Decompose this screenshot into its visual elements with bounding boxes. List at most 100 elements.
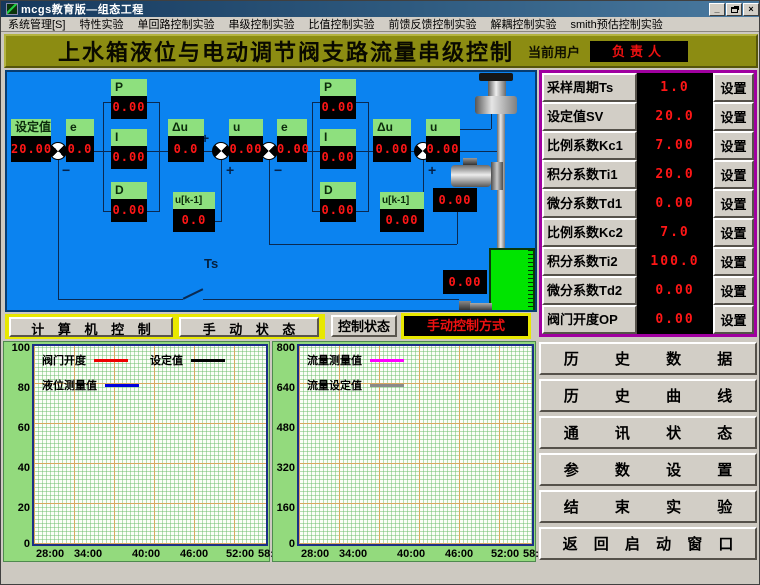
plus-sign: +: [428, 164, 436, 176]
plot-area: 阀门开度 设定值 液位测量值: [32, 344, 268, 546]
param-row: 采样周期Ts 1.0 设置: [542, 73, 754, 102]
y-axis-tick: 80: [4, 382, 30, 394]
param-set-button[interactable]: 设置: [713, 102, 754, 131]
loop1-p-block: P 0.00: [111, 79, 147, 119]
history-curve-button[interactable]: 历 史 曲 线: [539, 379, 757, 412]
block-value: 0.00: [426, 136, 460, 162]
loop2-p-block: P 0.00: [320, 79, 356, 119]
block-label: u[k-1]: [380, 192, 424, 209]
x-axis-tick: 28:00: [301, 548, 329, 560]
legend-label: 液位测量值: [42, 377, 97, 393]
chart-legend: 流量测量值 流量设定值: [307, 352, 426, 402]
param-set-button[interactable]: 设置: [713, 247, 754, 276]
x-axis-tick: 28:00: [36, 548, 64, 560]
param-set-button[interactable]: 设置: [713, 160, 754, 189]
x-axis: 28:00 34:00 40:00 46:00 52:00 58:00: [297, 548, 534, 562]
loop1-i-block: I 0.00: [111, 129, 147, 169]
loop2-uk1-block: u[k-1] 0.00: [380, 192, 424, 232]
control-valve-icon: [491, 162, 503, 190]
menu-item-decoupling[interactable]: 解耦控制实验: [483, 16, 563, 32]
param-row: 比例系数Kc2 7.0 设置: [542, 218, 754, 247]
param-row: 设定值SV 20.0 设置: [542, 102, 754, 131]
electric-valve-icon: [479, 73, 513, 81]
param-row: 微分系数Td2 0.00 设置: [542, 276, 754, 305]
x-axis-tick: 40:00: [132, 548, 160, 560]
param-settings-button[interactable]: 参 数 设 置: [539, 453, 757, 486]
block-value: 0.00: [380, 209, 424, 232]
param-value: 0.00: [637, 276, 713, 305]
menu-item-cascade[interactable]: 串级控制实验: [221, 16, 301, 32]
connector-line: [269, 160, 270, 244]
y-axis-tick: 40: [4, 462, 30, 474]
param-set-button[interactable]: 设置: [713, 218, 754, 247]
manual-state-button[interactable]: 手 动 状 态: [179, 317, 319, 337]
mcgs-window: mcgs教育版—组态工程 _ × 系统管理[S] 特性实验 单回路控制实验 串级…: [0, 0, 760, 585]
param-row: 积分系数Ti2 100.0 设置: [542, 247, 754, 276]
plus-sign: +: [226, 164, 234, 176]
setpoint-block: 设定值 20.00: [11, 119, 51, 162]
block-label: Δu: [168, 119, 204, 136]
x-axis-tick: 40:00: [397, 548, 425, 560]
connector-line: [221, 160, 222, 221]
loop2-i-block: I 0.00: [320, 129, 356, 169]
menu-item-feedforward[interactable]: 前馈反馈控制实验: [381, 16, 483, 32]
block-label: u[k-1]: [173, 192, 215, 209]
y-axis-tick: 160: [273, 502, 295, 514]
param-value: 0.00: [637, 305, 713, 334]
block-value: 0.00: [229, 136, 263, 162]
block-value: 0.0: [66, 136, 94, 162]
loop2-error-block: e 0.00: [277, 119, 307, 162]
comm-status-button[interactable]: 通 讯 状 态: [539, 416, 757, 449]
legend-label: 流量测量值: [307, 352, 362, 368]
x-axis-tick: 52:00: [491, 548, 519, 560]
menu-item-ratio[interactable]: 比值控制实验: [301, 16, 381, 32]
block-label: e: [277, 119, 307, 136]
param-set-button[interactable]: 设置: [713, 131, 754, 160]
x-axis-tick: 46:00: [180, 548, 208, 560]
history-data-button[interactable]: 历 史 数 据: [539, 342, 757, 375]
param-value: 20.0: [637, 160, 713, 189]
x-axis: 28:00 34:00 40:00 46:00 52:00 58:00: [32, 548, 268, 562]
return-start-window-button[interactable]: 返 回 启 动 窗 口: [539, 527, 757, 560]
block-value: 0.00: [320, 96, 356, 119]
param-row: 阀门开度OP 0.00 设置: [542, 305, 754, 334]
legend-label: 阀门开度: [42, 352, 86, 368]
control-valve-icon: [451, 165, 491, 187]
menu-item-characteristic[interactable]: 特性实验: [72, 16, 130, 32]
param-label: 比例系数Kc1: [542, 131, 637, 160]
param-row: 微分系数Td1 0.00 设置: [542, 189, 754, 218]
legend-line-swatch: [105, 384, 139, 387]
param-set-button[interactable]: 设置: [713, 276, 754, 305]
close-button[interactable]: ×: [743, 3, 759, 16]
restore-button[interactable]: [726, 3, 742, 16]
block-value: 0.00: [373, 136, 411, 162]
param-label: 比例系数Kc2: [542, 218, 637, 247]
param-label: 积分系数Ti2: [542, 247, 637, 276]
param-row: 比例系数Kc1 7.00 设置: [542, 131, 754, 160]
minimize-button[interactable]: _: [709, 3, 725, 16]
y-axis-tick: 0: [273, 538, 295, 550]
param-set-button[interactable]: 设置: [713, 189, 754, 218]
block-value: 0.0: [168, 136, 204, 162]
menu-item-system[interactable]: 系统管理[S]: [1, 16, 72, 32]
legend-line-swatch: [370, 359, 404, 362]
current-user-value: 负责人: [590, 41, 688, 62]
menu-item-smith[interactable]: smith预估控制实验: [563, 16, 669, 32]
y-axis-tick: 100: [4, 342, 30, 354]
x-axis-tick: 34:00: [74, 548, 102, 560]
electric-valve-icon: [488, 81, 506, 96]
block-label: P: [111, 79, 147, 96]
block-value: 0.00: [320, 146, 356, 169]
block-label: I: [111, 129, 147, 146]
control-mode-display: 手动控制方式: [401, 313, 531, 339]
computer-control-button[interactable]: 计 算 机 控 制: [9, 317, 173, 337]
block-label: 设定值: [11, 119, 51, 136]
end-experiment-button[interactable]: 结 束 实 验: [539, 490, 757, 523]
connector-line: [215, 221, 222, 222]
connector-line: [368, 102, 369, 212]
param-set-button[interactable]: 设置: [713, 73, 754, 102]
legend-label: 流量设定值: [307, 377, 362, 393]
control-valve-icon: [463, 158, 477, 165]
menu-item-single-loop[interactable]: 单回路控制实验: [130, 16, 221, 32]
param-set-button[interactable]: 设置: [713, 305, 754, 334]
